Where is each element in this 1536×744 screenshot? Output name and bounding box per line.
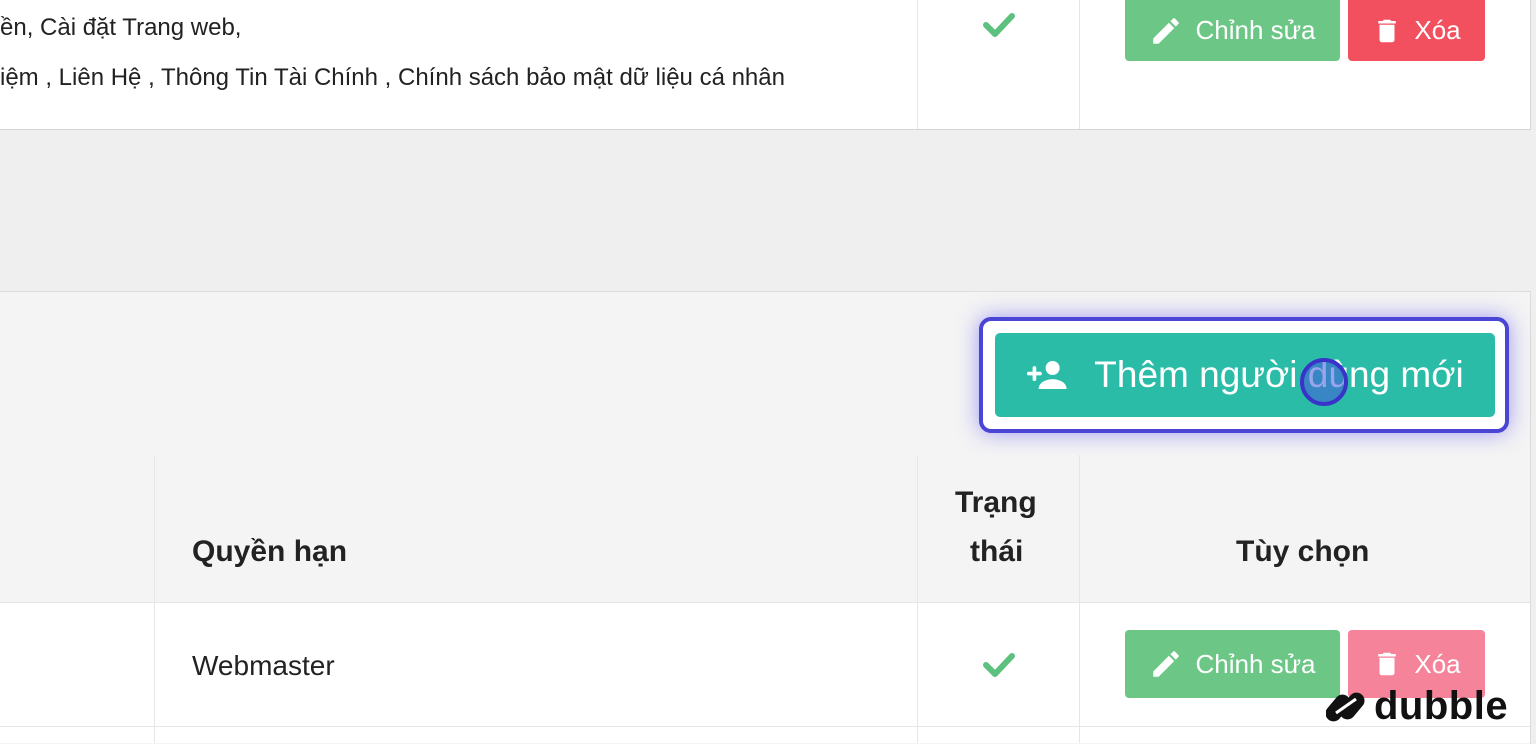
- column-header-status-line: thái: [970, 535, 1024, 568]
- permission-cell: Webmaster: [192, 650, 335, 681]
- column-divider: [917, 0, 918, 129]
- edit-button-label: Chỉnh sửa: [1195, 15, 1316, 45]
- person-add-icon: [1027, 361, 1067, 389]
- column-header-status-line: Trạng: [955, 486, 1037, 519]
- column-header-permission: Quyền hạn: [192, 535, 348, 568]
- column-divider: [1079, 455, 1080, 602]
- permissions-text-line: ền, Cài đặt Trang web,: [0, 14, 242, 41]
- dubble-watermark: dubble: [1326, 684, 1508, 729]
- click-indicator: [1300, 358, 1348, 406]
- dubble-text: dubble: [1374, 684, 1509, 728]
- edit-button[interactable]: Chỉnh sửa: [1125, 630, 1340, 698]
- trash-icon: [1378, 652, 1397, 676]
- column-divider: [1079, 0, 1080, 129]
- dubble-logo-icon: [1326, 692, 1365, 721]
- column-divider: [1079, 603, 1080, 743]
- row-divider: [0, 726, 1530, 727]
- users-table-body: Webmaster Chỉnh sửa Xóa: [0, 603, 1530, 743]
- pencil-icon: [1153, 17, 1180, 44]
- add-user-button[interactable]: Thêm người dùng mới: [995, 333, 1495, 417]
- delete-button[interactable]: Xóa: [1348, 0, 1485, 61]
- pencil-icon: [1153, 651, 1180, 677]
- column-divider: [154, 603, 155, 743]
- delete-button-label: Xóa: [1414, 648, 1461, 679]
- column-header-options: Tùy chọn: [1236, 535, 1370, 568]
- users-table-header: Quyền hạn Trạng thái Tùy chọn: [0, 455, 1530, 603]
- edit-button[interactable]: Chỉnh sửa: [1125, 0, 1340, 61]
- delete-button-label: Xóa: [1414, 15, 1461, 45]
- column-divider: [917, 455, 918, 602]
- permissions-text-line: iệm , Liên Hệ , Thông Tin Tài Chính , Ch…: [0, 64, 785, 91]
- edit-button-label: Chỉnh sửa: [1195, 648, 1316, 679]
- column-divider: [154, 455, 155, 602]
- add-user-label: Thêm người dùng mới: [1094, 354, 1464, 395]
- check-icon: [983, 653, 1015, 677]
- check-icon: [983, 13, 1015, 37]
- column-divider: [917, 603, 918, 743]
- trash-icon: [1378, 19, 1397, 42]
- previous-table-row: ền, Cài đặt Trang web, iệm , Liên Hệ , T…: [0, 0, 1531, 130]
